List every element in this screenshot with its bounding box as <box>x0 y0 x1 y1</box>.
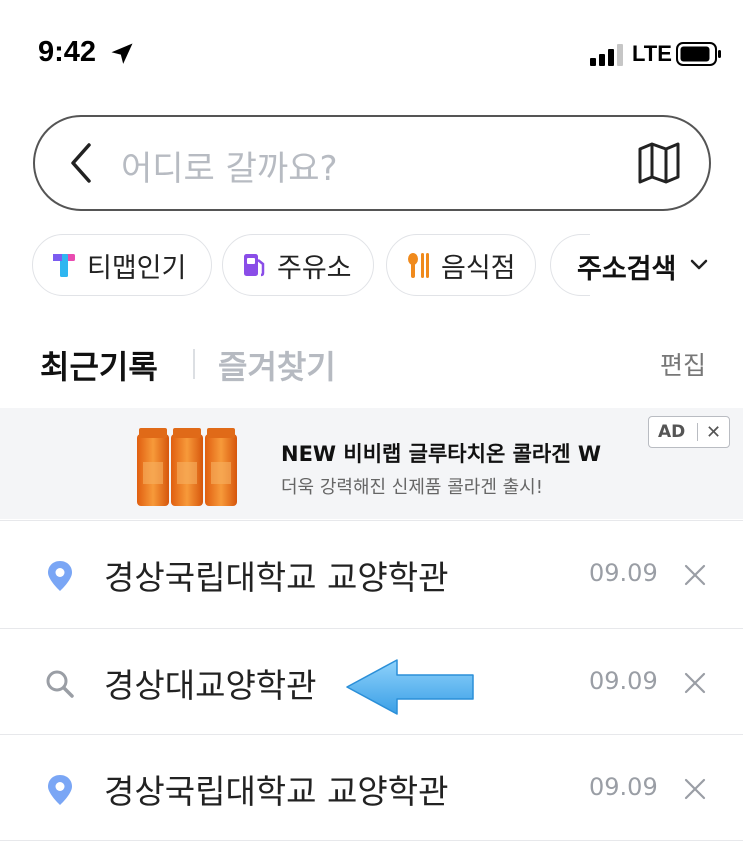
location-pin-icon <box>48 775 72 805</box>
search-bar[interactable]: 어디로 갈까요? <box>33 115 711 211</box>
chip-label: 주유소 <box>277 252 352 284</box>
map-icon[interactable] <box>635 139 683 187</box>
carrier-label: LTE <box>632 41 672 66</box>
delete-icon[interactable] <box>683 777 707 801</box>
annotation-arrow-icon <box>346 659 474 715</box>
food-icon <box>408 253 429 278</box>
history-name: 경상대교양학관 <box>104 666 317 705</box>
history-date: 09.09 <box>589 773 658 801</box>
address-search-button[interactable]: 주소검색 <box>577 247 676 286</box>
chevron-down-icon[interactable] <box>690 258 708 272</box>
history-row[interactable]: 경상국립대학교 교양학관 09.09 <box>0 734 743 840</box>
history-row[interactable]: 경상국립대학교 교양학관 09.09 <box>0 520 743 626</box>
chip-tmap-popular[interactable]: 티맵인기 <box>32 234 212 296</box>
ad-badge: AD ✕ <box>648 416 730 448</box>
ad-subtitle: 더욱 강력해진 신제품 콜라겐 출시! <box>281 477 543 498</box>
chip-label: 음식점 <box>441 252 516 284</box>
location-pin-icon <box>48 561 72 591</box>
history-name: 경상국립대학교 교양학관 <box>104 772 449 811</box>
history-name: 경상국립대학교 교양학관 <box>104 558 449 597</box>
ad-product-image <box>137 428 237 506</box>
delete-icon[interactable] <box>683 671 707 695</box>
chip-gas-station[interactable]: 주유소 <box>222 234 374 296</box>
search-input[interactable]: 어디로 갈까요? <box>121 141 338 190</box>
tmap-logo-icon <box>53 254 75 277</box>
tab-divider <box>193 349 195 379</box>
location-arrow-icon <box>111 43 133 64</box>
delete-icon[interactable] <box>683 563 707 587</box>
chevron-left-icon[interactable] <box>65 139 99 187</box>
battery-icon <box>676 42 721 66</box>
signal-bars-icon <box>590 44 623 66</box>
ad-title: NEW 비비랩 글루타치온 콜라겐 W <box>281 442 602 466</box>
ad-label: AD <box>658 422 686 442</box>
gas-station-icon <box>244 254 265 277</box>
history-date: 09.09 <box>589 667 658 695</box>
chip-label: 티맵인기 <box>87 252 187 284</box>
ad-close-button[interactable]: ✕ <box>698 422 721 443</box>
edit-button[interactable]: 편집 <box>660 346 706 382</box>
tab-recent[interactable]: 최근기록 <box>40 342 158 388</box>
ad-banner[interactable]: NEW 비비랩 글루타치온 콜라겐 W 더욱 강력해진 신제품 콜라겐 출시! … <box>0 408 743 519</box>
status-bar: 9:42 LTE <box>0 0 743 100</box>
tab-favorites[interactable]: 즐겨찾기 <box>218 342 336 388</box>
status-time: 9:42 <box>38 36 97 68</box>
history-date: 09.09 <box>589 559 658 587</box>
search-icon <box>46 670 74 698</box>
chip-restaurant[interactable]: 음식점 <box>386 234 536 296</box>
